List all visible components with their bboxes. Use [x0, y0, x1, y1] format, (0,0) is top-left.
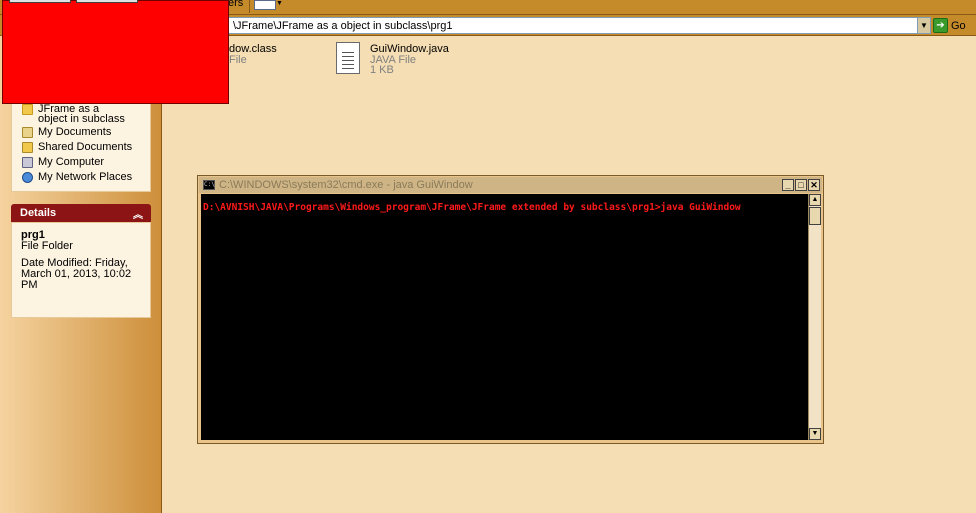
address-dropdown-icon[interactable]: ▼ — [917, 18, 930, 33]
details-panel: prg1 File Folder Date Modified: Friday, … — [11, 222, 151, 318]
network-places-icon — [22, 172, 33, 183]
java-file-icon[interactable] — [336, 42, 360, 74]
cmd-scrollbar[interactable]: ▲ ▼ — [808, 194, 821, 440]
close-icon[interactable]: ✕ — [808, 179, 820, 191]
my-computer-icon — [22, 157, 33, 168]
red-window-button-right[interactable] — [76, 0, 138, 3]
details-modified: Date Modified: Friday, March 01, 2013, 1… — [21, 257, 132, 291]
place-label: JFrame as a object in subclass — [38, 103, 125, 125]
scroll-down-icon[interactable]: ▼ — [809, 428, 821, 440]
go-button[interactable]: ➔ Go — [933, 17, 973, 34]
place-item-my-documents[interactable]: My Documents — [22, 127, 111, 138]
minimize-icon[interactable]: _ — [782, 179, 794, 191]
maximize-icon[interactable]: □ — [795, 179, 807, 191]
other-places-panel: JFrame as a object in subclass My Docume… — [11, 96, 151, 192]
file-item-java-size: 1 KB — [370, 64, 394, 76]
go-arrow-icon: ➔ — [933, 18, 948, 33]
scroll-thumb[interactable] — [809, 207, 821, 225]
place-label: Shared Documents — [38, 141, 133, 153]
file-item-class-type: File — [229, 54, 247, 66]
details-title: Details — [20, 207, 57, 219]
place-item-my-computer[interactable]: My Computer — [22, 157, 104, 168]
details-header[interactable]: Details ︽ — [11, 204, 151, 222]
red-window-button-left[interactable] — [9, 0, 71, 3]
address-input[interactable]: \JFrame\JFrame as a object in subclass\p… — [226, 17, 931, 34]
cmd-window[interactable]: C:\ C:\WINDOWS\system32\cmd.exe - java G… — [197, 175, 824, 444]
my-documents-icon — [22, 127, 33, 138]
red-jframe-window[interactable] — [2, 0, 229, 104]
place-label: My Network Places — [38, 171, 133, 183]
cmd-app-icon[interactable]: C:\ — [203, 180, 215, 190]
folders-button-label[interactable]: ers — [228, 0, 243, 9]
details-kind: File Folder — [21, 240, 73, 252]
place-item-network-places[interactable]: My Network Places — [22, 172, 132, 183]
toolbar-separator — [249, 0, 250, 13]
cmd-console[interactable]: D:\AVNISH\JAVA\Programs\Windows_program\… — [201, 194, 808, 440]
place-label: My Documents — [38, 126, 112, 138]
go-label: Go — [951, 19, 966, 32]
address-value: \JFrame\JFrame as a object in subclass\p… — [233, 20, 453, 32]
cmd-output-line: D:\AVNISH\JAVA\Programs\Windows_program\… — [203, 202, 741, 213]
views-dropdown-icon[interactable]: ▼ — [276, 0, 283, 7]
scroll-up-icon[interactable]: ▲ — [809, 194, 821, 206]
folder-icon — [22, 104, 33, 115]
place-item-shared-documents[interactable]: Shared Documents — [22, 142, 132, 153]
task-pane: JFrame as a object in subclass My Docume… — [0, 36, 162, 513]
collapse-chevron-icon[interactable]: ︽ — [133, 206, 143, 221]
place-item-parent-folder[interactable]: JFrame as a object in subclass — [22, 103, 128, 125]
views-icon[interactable] — [254, 0, 276, 10]
shared-documents-icon — [22, 142, 33, 153]
cmd-title-text: C:\WINDOWS\system32\cmd.exe - java GuiWi… — [219, 179, 473, 191]
place-label: My Computer — [38, 156, 105, 168]
cmd-title-bar[interactable]: C:\ C:\WINDOWS\system32\cmd.exe - java G… — [199, 177, 822, 193]
